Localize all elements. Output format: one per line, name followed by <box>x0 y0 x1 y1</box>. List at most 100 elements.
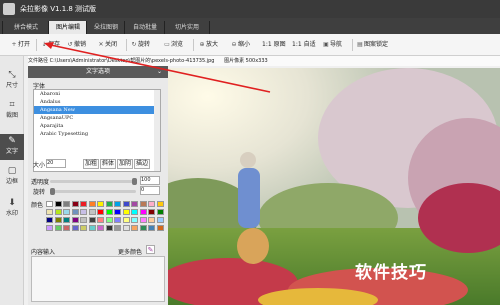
color-swatch[interactable] <box>156 201 164 207</box>
color-swatch[interactable] <box>131 217 138 223</box>
color-swatch[interactable] <box>54 201 62 207</box>
zoom-out-button[interactable]: ⊖缩小 <box>230 40 250 50</box>
color-swatch[interactable] <box>114 201 121 207</box>
bold-button[interactable]: 加粗 <box>83 159 99 169</box>
color-swatch[interactable] <box>105 209 113 215</box>
save-button[interactable]: ↓保存 <box>40 40 60 50</box>
italic-button[interactable]: 斜体 <box>100 159 116 169</box>
tab-slice-tools[interactable]: 切片实用 <box>164 21 210 34</box>
tab-auto-batch[interactable]: 自动批量 <box>124 21 165 34</box>
panel-header[interactable]: 文字选项 ⌄ <box>28 66 168 78</box>
color-swatch[interactable] <box>122 209 130 215</box>
color-swatch[interactable] <box>105 217 113 223</box>
shadow-button[interactable]: 加阴 <box>117 159 133 169</box>
sidebar-item-text[interactable]: ✎ 文字 <box>0 134 24 160</box>
font-list-item[interactable]: Abaroni <box>34 90 160 98</box>
sidebar-item-border[interactable]: ▢ 边框 <box>0 164 24 190</box>
navigator-button[interactable]: ▣导航 <box>322 40 342 50</box>
color-swatch[interactable] <box>114 209 121 215</box>
color-swatch[interactable] <box>88 217 96 223</box>
color-swatch[interactable] <box>88 209 96 215</box>
color-swatch[interactable] <box>131 209 138 215</box>
color-swatch[interactable] <box>46 225 53 231</box>
tab-dora-stamp[interactable]: 朵拉图钢 <box>86 21 125 34</box>
color-swatch[interactable] <box>131 201 138 207</box>
color-swatch[interactable] <box>148 201 155 207</box>
font-list-item[interactable]: Aparajita <box>34 122 160 130</box>
color-swatch[interactable] <box>156 217 164 223</box>
color-swatch[interactable] <box>122 201 130 207</box>
color-swatch[interactable] <box>156 209 164 215</box>
rotate-slider[interactable] <box>50 190 136 193</box>
font-list-item[interactable]: AngsanaUPC <box>34 114 160 122</box>
sidebar-item-crop[interactable]: ⌗ 裁图 <box>0 98 24 124</box>
font-list-item[interactable]: Andalus <box>34 98 160 106</box>
color-swatch[interactable] <box>46 209 53 215</box>
color-swatch[interactable] <box>139 217 147 223</box>
color-swatch[interactable] <box>97 209 104 215</box>
close-button[interactable]: ✕关闭 <box>97 40 117 50</box>
color-swatch[interactable] <box>54 225 62 231</box>
color-picker-icon[interactable]: ✎ <box>146 245 155 254</box>
font-list-item[interactable]: Arabic Typesetting <box>34 130 160 138</box>
color-swatch[interactable] <box>63 209 70 215</box>
color-swatch[interactable] <box>88 225 96 231</box>
color-swatch[interactable] <box>97 225 104 231</box>
opacity-slider[interactable] <box>50 180 136 183</box>
open-button[interactable]: +打开 <box>10 40 30 50</box>
color-swatch[interactable] <box>63 217 70 223</box>
color-swatch[interactable] <box>97 201 104 207</box>
color-swatch[interactable] <box>148 225 155 231</box>
color-swatch[interactable] <box>80 225 87 231</box>
color-swatch[interactable] <box>80 209 87 215</box>
more-colors-link[interactable]: 更多颜色 <box>118 247 142 256</box>
sidebar-item-size[interactable]: ⤡ 尺寸 <box>0 68 24 94</box>
opacity-input[interactable]: 100 <box>140 176 160 185</box>
color-swatch[interactable] <box>71 209 79 215</box>
opacity-slider-handle[interactable] <box>132 178 137 185</box>
color-swatch[interactable] <box>80 201 87 207</box>
color-swatch[interactable] <box>63 225 70 231</box>
color-swatch[interactable] <box>105 225 113 231</box>
color-swatch[interactable] <box>122 217 130 223</box>
font-list-scrollbar[interactable] <box>154 90 160 171</box>
browse-button[interactable]: ▭浏览 <box>163 40 183 50</box>
undo-button[interactable]: ↺撤销 <box>66 40 86 50</box>
rotate-button[interactable]: ↻旋转 <box>130 40 150 50</box>
font-size-input[interactable]: 20 <box>46 159 66 168</box>
color-swatch[interactable] <box>156 225 164 231</box>
image-canvas[interactable] <box>168 68 500 305</box>
rotate-input[interactable]: 0 <box>140 186 160 195</box>
color-swatch[interactable] <box>114 217 121 223</box>
color-swatch[interactable] <box>46 201 53 207</box>
tab-merge-mode[interactable]: 拼合模式 <box>2 21 49 34</box>
sidebar-item-watermark[interactable]: ⬇ 水印 <box>0 196 24 222</box>
zoom-in-button[interactable]: ⊕放大 <box>198 40 218 50</box>
color-swatch[interactable] <box>114 225 121 231</box>
color-swatch[interactable] <box>88 201 96 207</box>
color-swatch[interactable] <box>71 217 79 223</box>
color-swatch[interactable] <box>139 225 147 231</box>
zoom-fit-button[interactable]: 1:1 自适 <box>292 40 316 50</box>
color-swatch[interactable] <box>80 217 87 223</box>
zoom-1to1-button[interactable]: 1:1 原图 <box>262 40 286 50</box>
color-swatch[interactable] <box>54 209 62 215</box>
color-swatch[interactable] <box>131 225 138 231</box>
stroke-button[interactable]: 描边 <box>134 159 150 169</box>
color-swatch[interactable] <box>139 201 147 207</box>
color-swatch[interactable] <box>148 209 155 215</box>
rotate-slider-handle[interactable] <box>50 188 55 195</box>
font-list-item-selected[interactable]: Angsana New <box>34 106 160 114</box>
tab-image-edit[interactable]: 图片编辑 <box>48 21 87 34</box>
color-swatch[interactable] <box>122 225 130 231</box>
color-swatch[interactable] <box>71 225 79 231</box>
lock-pattern-button[interactable]: ▤图案锁定 <box>356 40 388 50</box>
color-swatch[interactable] <box>54 217 62 223</box>
color-swatch[interactable] <box>105 201 113 207</box>
color-swatch[interactable] <box>139 209 147 215</box>
color-swatch[interactable] <box>46 217 53 223</box>
color-swatch[interactable] <box>63 201 70 207</box>
color-swatch[interactable] <box>148 217 155 223</box>
color-swatch[interactable] <box>97 217 104 223</box>
color-swatch[interactable] <box>71 201 79 207</box>
